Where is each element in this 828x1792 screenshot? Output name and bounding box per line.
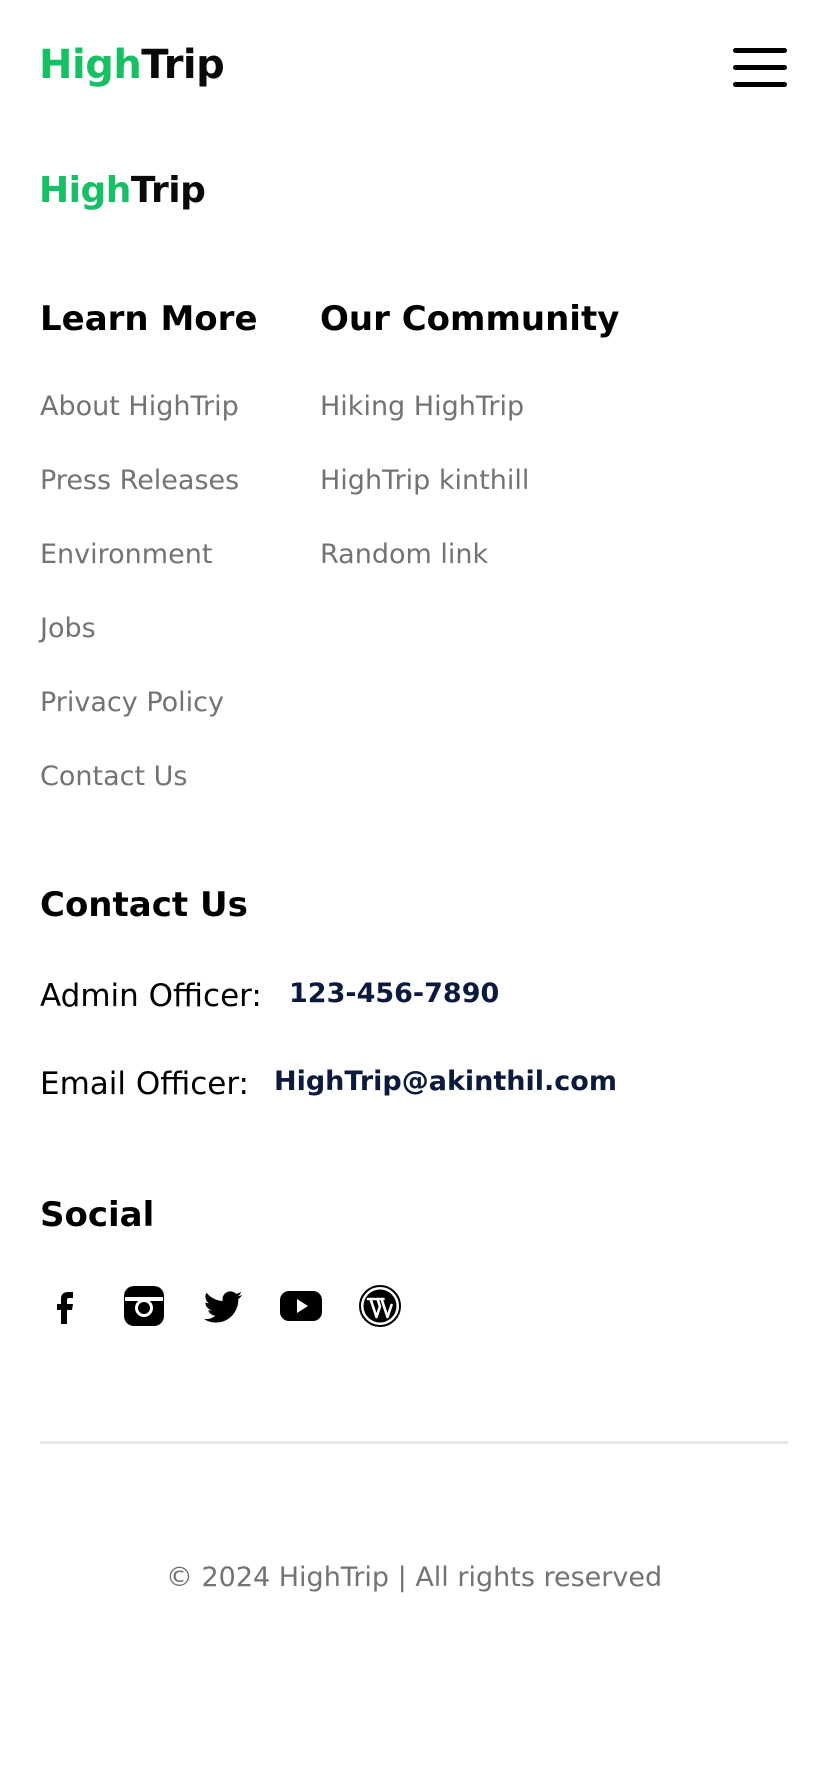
contact-heading: Contact Us [40, 885, 248, 925]
logo-trip-text: Trip [141, 42, 225, 88]
link-privacy-policy[interactable]: Privacy Policy [40, 687, 224, 719]
link-hightrip-kinthill[interactable]: HighTrip kinthill [320, 465, 529, 497]
link-random[interactable]: Random link [320, 539, 488, 571]
community-heading: Our Community [320, 299, 620, 339]
logo-high-text: High [39, 42, 142, 88]
facebook-icon[interactable] [42, 1284, 86, 1328]
footer-logo[interactable]: HighTrip [39, 170, 206, 212]
youtube-icon[interactable] [279, 1284, 323, 1328]
instagram-icon[interactable] [122, 1284, 166, 1328]
hamburger-menu-icon[interactable] [733, 48, 787, 88]
copyright-text: © 2024 HighTrip | All rights reserved [165, 1562, 663, 1593]
link-press-releases[interactable]: Press Releases [40, 465, 239, 497]
email-officer-label: Email Officer: [40, 1066, 249, 1102]
link-hiking-hightrip[interactable]: Hiking HighTrip [320, 391, 524, 423]
link-about-hightrip[interactable]: About HighTrip [40, 391, 239, 423]
twitter-icon[interactable] [201, 1284, 245, 1328]
header-logo[interactable]: HighTrip [39, 42, 225, 88]
wordpress-icon[interactable] [358, 1284, 402, 1328]
admin-officer-phone[interactable]: 123-456-7890 [289, 978, 499, 1010]
footer-logo-high-text: High [39, 170, 131, 211]
footer-divider [40, 1441, 788, 1444]
learn-more-heading: Learn More [40, 299, 258, 339]
social-heading: Social [40, 1195, 155, 1235]
footer-logo-trip-text: Trip [130, 170, 206, 211]
link-contact-us[interactable]: Contact Us [40, 761, 187, 793]
link-environment[interactable]: Environment [40, 539, 212, 571]
link-jobs[interactable]: Jobs [40, 613, 96, 645]
admin-officer-label: Admin Officer: [40, 978, 262, 1014]
email-officer-address[interactable]: HighTrip@akinthil.com [274, 1066, 617, 1098]
